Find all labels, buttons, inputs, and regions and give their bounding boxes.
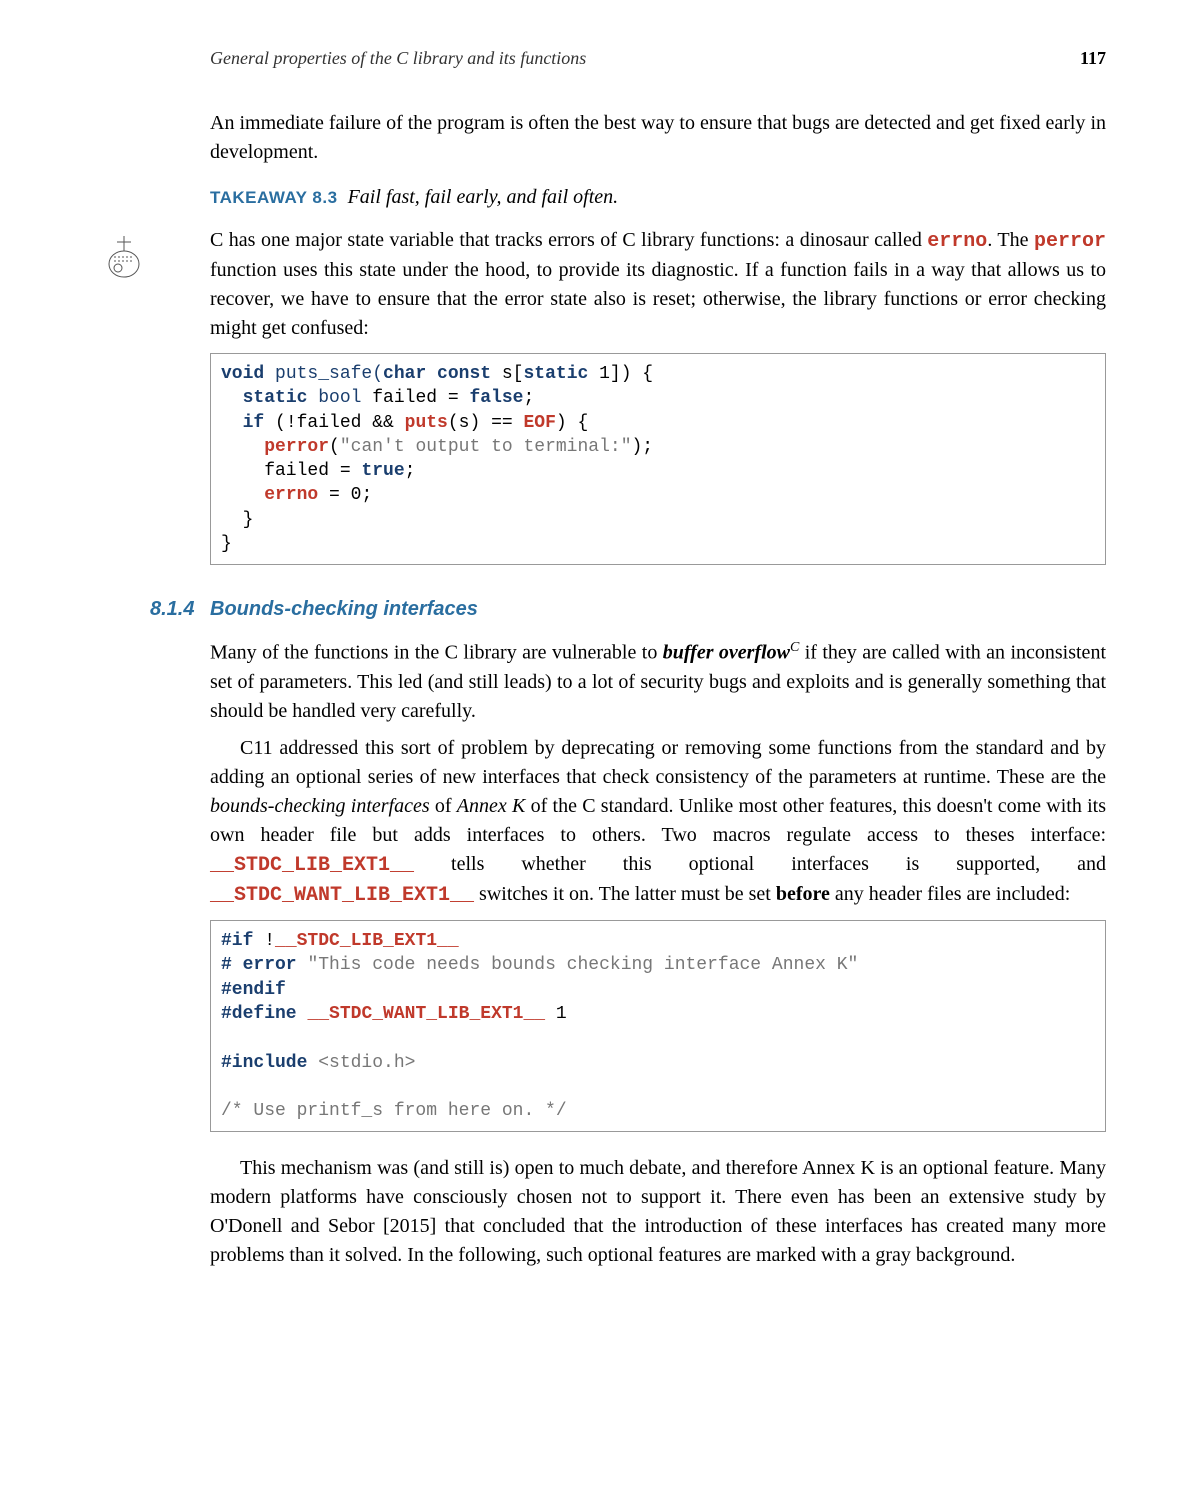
code-token: EOF: [524, 413, 556, 433]
paragraph: This mechanism was (and still is) open t…: [210, 1154, 1106, 1270]
code-token: char const: [383, 364, 491, 384]
code-token: [221, 485, 264, 505]
code-token: #define: [221, 1004, 297, 1024]
code-token: }: [221, 534, 232, 554]
code-token: void: [221, 364, 264, 384]
code-identifier: __STDC_WANT_LIB_EXT1__: [210, 884, 474, 907]
page-number: 117: [1080, 48, 1106, 69]
text-run: switches it on. The latter must be set: [474, 883, 776, 905]
code-token: s[: [491, 364, 523, 384]
takeaway-label: TAKEAWAY 8.3: [210, 188, 338, 207]
code-token: __STDC_LIB_EXT1__: [275, 931, 459, 951]
text-run: any header files are included:: [830, 883, 1070, 905]
code-listing: void puts_safe(char const s[static 1]) {…: [210, 353, 1106, 565]
code-token: 1]) {: [588, 364, 653, 384]
code-token: "can't output to terminal:": [340, 437, 632, 457]
text-run: of: [430, 795, 457, 817]
superscript: C: [790, 640, 799, 655]
code-token: static: [243, 388, 308, 408]
paragraph: C11 addressed this sort of problem by de…: [210, 734, 1106, 910]
code-token: [221, 437, 264, 457]
text-run: function uses this state under the hood,…: [210, 259, 1106, 339]
code-token: (: [329, 437, 340, 457]
code-token: !: [253, 931, 275, 951]
code-token: puts_safe(: [264, 364, 383, 384]
code-identifier: perror: [1034, 230, 1106, 253]
main-column: An immediate failure of the program is o…: [210, 109, 1106, 1270]
header-title: General properties of the C library and …: [210, 48, 586, 69]
code-token: perror: [264, 437, 329, 457]
text-run: Many of the functions in the C library a…: [210, 642, 663, 664]
code-token: [221, 413, 243, 433]
running-header: General properties of the C library and …: [0, 48, 1196, 69]
code-token: [221, 388, 243, 408]
code-token: puts: [405, 413, 448, 433]
code-comment: /* Use printf_s from here on. */: [221, 1101, 567, 1121]
paragraph: An immediate failure of the program is o…: [210, 109, 1106, 167]
text-run: C11 addressed this sort of problem by de…: [210, 737, 1106, 788]
page: General properties of the C library and …: [0, 0, 1196, 1500]
code-token: false: [469, 388, 523, 408]
takeaway-body: Fail fast, fail early, and fail often.: [348, 186, 619, 208]
takeaway: TAKEAWAY 8.3 Fail fast, fail early, and …: [210, 183, 1106, 212]
code-token: ;: [405, 461, 416, 481]
code-token: <stdio.h>: [307, 1053, 415, 1073]
emphasis: Annex K: [457, 795, 526, 817]
code-token: # error: [221, 955, 297, 975]
code-token: static: [523, 364, 588, 384]
text-run: C has one major state variable that trac…: [210, 229, 927, 251]
text-run: tells whether this optional interfaces i…: [414, 853, 1106, 875]
term-definition: buffer overflow: [663, 642, 790, 664]
code-token: "This code needs bounds checking interfa…: [307, 955, 858, 975]
dinosaur-fossil-icon: [100, 232, 148, 287]
emphasis: bounds-checking interfaces: [210, 795, 430, 817]
code-token: errno: [264, 485, 318, 505]
code-token: );: [632, 437, 654, 457]
code-token: [297, 955, 308, 975]
section-title: Bounds-checking interfaces: [210, 595, 478, 624]
code-token: failed =: [221, 461, 361, 481]
code-token: ;: [523, 388, 534, 408]
code-token: (!failed &&: [264, 413, 404, 433]
code-listing: #if !__STDC_LIB_EXT1__ # error "This cod…: [210, 920, 1106, 1132]
code-token: ) {: [556, 413, 588, 433]
code-token: (s) ==: [448, 413, 524, 433]
paragraph: Many of the functions in the C library a…: [210, 638, 1106, 726]
code-token: #include: [221, 1053, 307, 1073]
section-number: 8.1.4: [150, 595, 210, 624]
code-token: }: [221, 510, 253, 530]
code-token: __STDC_WANT_LIB_EXT1__: [307, 1004, 545, 1024]
code-identifier: errno: [927, 230, 987, 253]
strong: before: [776, 883, 830, 905]
code-token: true: [361, 461, 404, 481]
section-heading: 8.1.4 Bounds-checking interfaces: [150, 595, 1106, 624]
paragraph: C has one major state variable that trac…: [210, 226, 1106, 343]
code-token: #if: [221, 931, 253, 951]
code-token: #endif: [221, 980, 286, 1000]
code-token: bool: [307, 388, 361, 408]
code-token: 1: [545, 1004, 567, 1024]
code-identifier: __STDC_LIB_EXT1__: [210, 854, 414, 877]
code-token: failed =: [361, 388, 469, 408]
text-run: . The: [987, 229, 1034, 251]
code-token: [297, 1004, 308, 1024]
code-token: if: [243, 413, 265, 433]
code-token: = 0;: [318, 485, 372, 505]
